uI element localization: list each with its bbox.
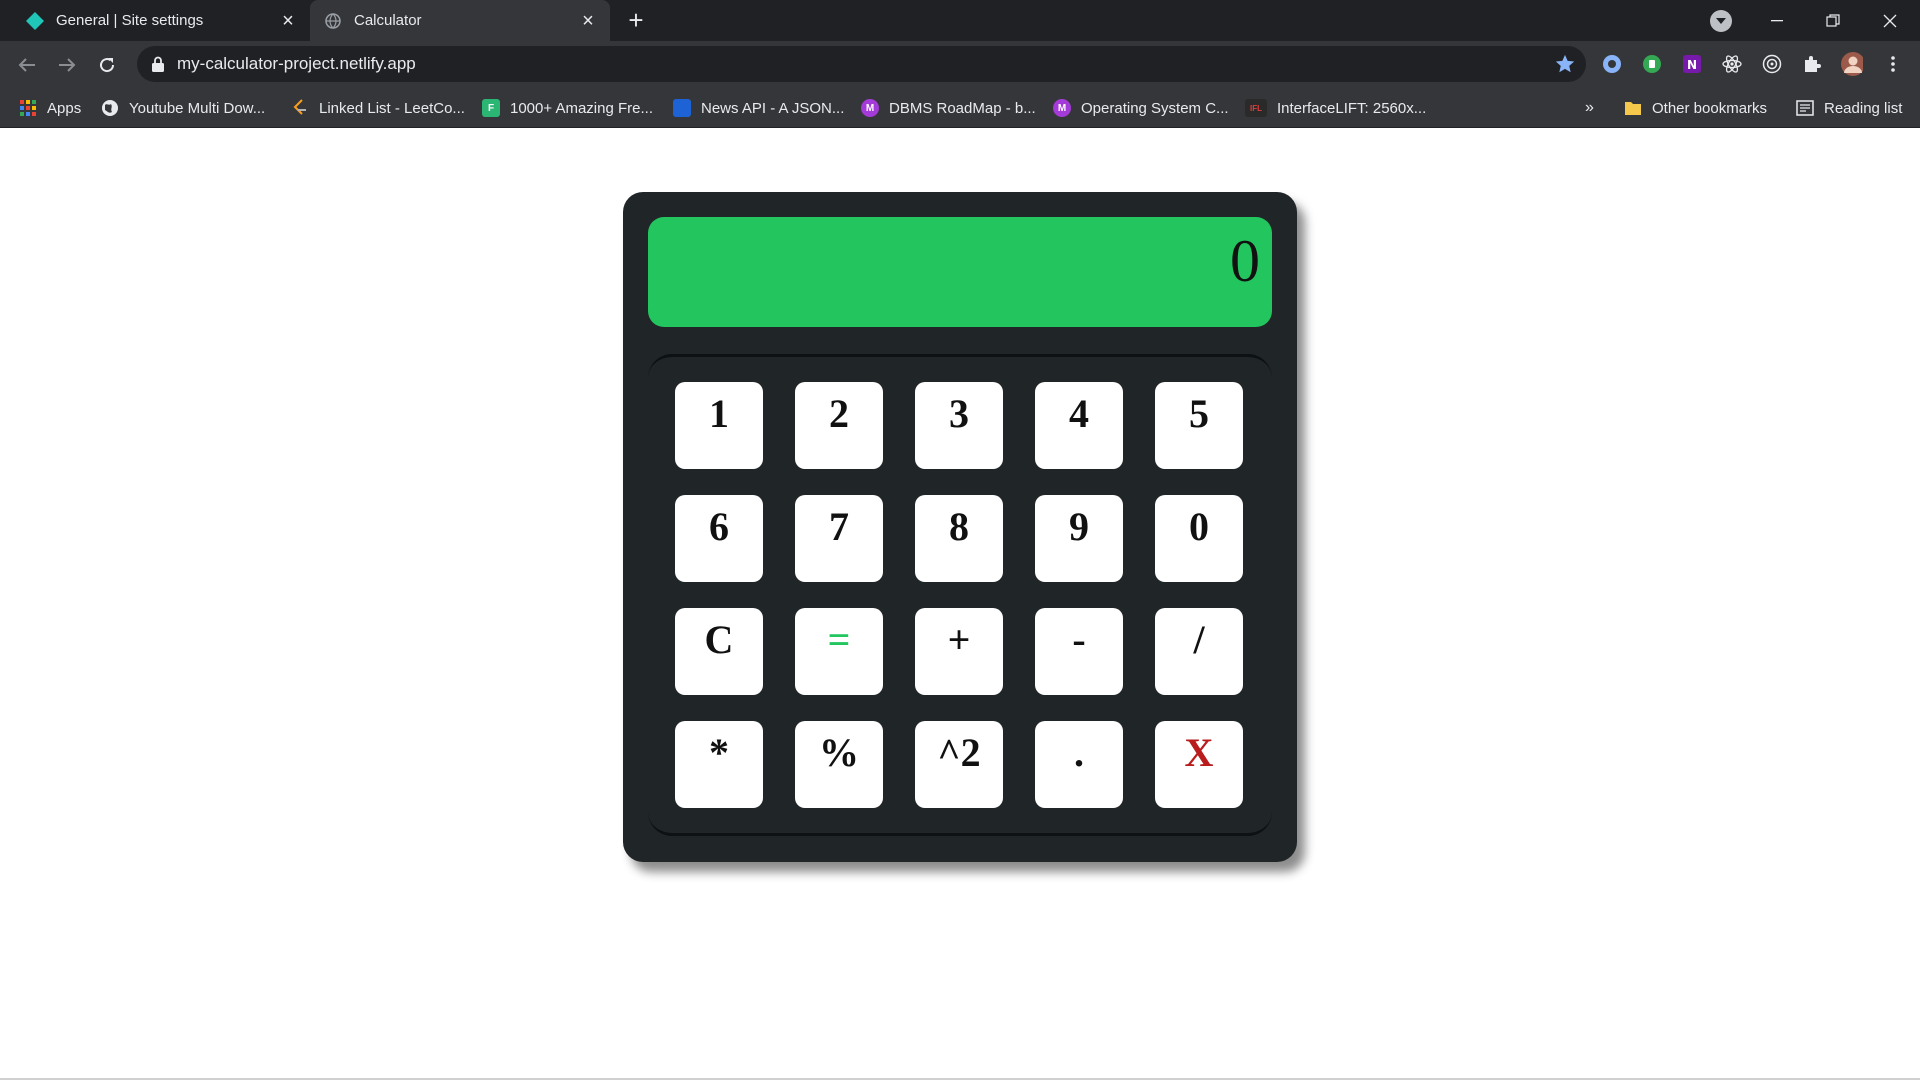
tab-calculator[interactable]: Calculator × bbox=[310, 0, 610, 41]
arrow-left-icon bbox=[18, 58, 35, 72]
folder-icon bbox=[1624, 99, 1642, 117]
newsapi-icon bbox=[673, 99, 691, 117]
svg-text:N: N bbox=[1687, 58, 1697, 72]
bookmark-interfacelift[interactable]: IFL InterfaceLIFT: 2560x... bbox=[1245, 88, 1426, 128]
key-1[interactable]: 1 bbox=[675, 382, 763, 469]
avatar[interactable] bbox=[1841, 52, 1863, 76]
browser-toolbar: my-calculator-project.netlify.app N bbox=[0, 41, 1920, 88]
calculator-display: 0 bbox=[648, 217, 1272, 327]
reload-icon bbox=[100, 58, 115, 73]
display-value: 0 bbox=[1230, 228, 1260, 294]
bookmark-leetcode[interactable]: Linked List - LeetCo... bbox=[291, 88, 465, 128]
bookmark-label: News API - A JSON... bbox=[701, 99, 845, 117]
bookmark-label: Youtube Multi Dow... bbox=[129, 99, 266, 117]
multiply-button[interactable]: * bbox=[675, 721, 763, 808]
restore-button[interactable] bbox=[1805, 0, 1861, 41]
key-5[interactable]: 5 bbox=[1155, 382, 1243, 469]
bookmark-label: Operating System C... bbox=[1081, 99, 1229, 117]
bookmarks-bar: Apps Youtube Multi Dow... Linked List - … bbox=[0, 88, 1920, 128]
bookmark-label: InterfaceLIFT: 2560x... bbox=[1277, 99, 1427, 117]
tab-search-button[interactable] bbox=[1710, 10, 1732, 32]
minimize-icon bbox=[1771, 19, 1783, 21]
bookmark-dbms-roadmap[interactable]: M DBMS RoadMap - b... bbox=[861, 88, 1036, 128]
bookmark-label: Apps bbox=[47, 99, 82, 117]
other-bookmarks[interactable]: Other bookmarks bbox=[1624, 88, 1767, 128]
minimize-button[interactable] bbox=[1749, 0, 1805, 41]
bookmarks-overflow-button[interactable]: » bbox=[1585, 88, 1594, 128]
key-9[interactable]: 9 bbox=[1035, 495, 1123, 582]
key-4[interactable]: 4 bbox=[1035, 382, 1123, 469]
new-tab-button[interactable]: + bbox=[623, 7, 649, 34]
key-6[interactable]: 6 bbox=[675, 495, 763, 582]
netlify-diamond-icon bbox=[26, 11, 44, 30]
restore-icon bbox=[1826, 13, 1840, 27]
reading-list[interactable]: Reading list bbox=[1796, 88, 1902, 128]
apps-grid-icon bbox=[19, 99, 37, 117]
page-content: 0 1 2 3 4 5 6 7 8 9 0 C = + - / * % ^2 .… bbox=[0, 129, 1920, 1080]
freepik-icon: F bbox=[482, 99, 500, 117]
key-3[interactable]: 3 bbox=[915, 382, 1003, 469]
exit-button[interactable]: X bbox=[1155, 721, 1243, 808]
key-2[interactable]: 2 bbox=[795, 382, 883, 469]
bookmark-label: 1000+ Amazing Fre... bbox=[510, 99, 653, 117]
close-icon[interactable]: × bbox=[578, 11, 598, 31]
bookmark-label: Linked List - LeetCo... bbox=[319, 99, 465, 117]
url-text: my-calculator-project.netlify.app bbox=[177, 54, 416, 73]
address-bar[interactable]: my-calculator-project.netlify.app bbox=[137, 46, 1586, 82]
square-button[interactable]: ^2 bbox=[915, 721, 1003, 808]
forward-button[interactable] bbox=[52, 50, 82, 80]
tab-title: General | Site settings bbox=[56, 12, 204, 29]
extension-2-icon[interactable] bbox=[1641, 53, 1663, 75]
subtract-button[interactable]: - bbox=[1035, 608, 1123, 695]
chevron-down-icon bbox=[1716, 18, 1726, 24]
clear-button[interactable]: C bbox=[675, 608, 763, 695]
bookmark-amazing-free[interactable]: F 1000+ Amazing Fre... bbox=[482, 88, 653, 128]
bookmark-apps[interactable]: Apps bbox=[19, 88, 81, 128]
decimal-button[interactable]: . bbox=[1035, 721, 1123, 808]
key-0[interactable]: 0 bbox=[1155, 495, 1243, 582]
bookmark-news-api[interactable]: News API - A JSON... bbox=[673, 88, 844, 128]
ifl-icon: IFL bbox=[1245, 99, 1267, 117]
bookmark-operating-system[interactable]: M Operating System C... bbox=[1053, 88, 1229, 128]
globe-icon bbox=[324, 12, 342, 30]
bookmark-star-icon[interactable] bbox=[1554, 53, 1576, 75]
puzzle-extensions-icon[interactable] bbox=[1801, 53, 1823, 75]
percent-button[interactable]: % bbox=[795, 721, 883, 808]
kebab-menu-icon[interactable] bbox=[1882, 53, 1904, 75]
calculator: 0 1 2 3 4 5 6 7 8 9 0 C = + - / * % ^2 .… bbox=[623, 192, 1297, 862]
m-circle-icon: M bbox=[1053, 99, 1071, 117]
close-icon bbox=[1883, 14, 1897, 27]
reload-button[interactable] bbox=[92, 50, 122, 80]
tab-site-settings[interactable]: General | Site settings × bbox=[12, 0, 310, 41]
tab-title: Calculator bbox=[354, 12, 422, 29]
reading-list-icon bbox=[1796, 99, 1814, 117]
m-circle-icon: M bbox=[861, 99, 879, 117]
add-button[interactable]: + bbox=[915, 608, 1003, 695]
extension-1-icon[interactable] bbox=[1601, 53, 1623, 75]
calculator-keypad: 1 2 3 4 5 6 7 8 9 0 C = + - / * % ^2 . X bbox=[648, 354, 1272, 836]
bookmark-label: Reading list bbox=[1824, 99, 1903, 117]
bookmark-label: Other bookmarks bbox=[1652, 99, 1768, 117]
target-extension-icon[interactable] bbox=[1761, 53, 1783, 75]
leetcode-icon bbox=[291, 99, 309, 117]
back-button[interactable] bbox=[12, 50, 42, 80]
close-window-button[interactable] bbox=[1862, 0, 1918, 41]
onenote-icon[interactable]: N bbox=[1681, 53, 1703, 75]
globe-icon bbox=[101, 99, 119, 117]
tab-strip: General | Site settings × Calculator × + bbox=[0, 0, 1920, 41]
lock-icon bbox=[152, 56, 164, 72]
close-icon[interactable]: × bbox=[278, 11, 298, 31]
bookmark-label: DBMS RoadMap - b... bbox=[889, 99, 1036, 117]
key-7[interactable]: 7 bbox=[795, 495, 883, 582]
equals-button[interactable]: = bbox=[795, 608, 883, 695]
key-8[interactable]: 8 bbox=[915, 495, 1003, 582]
divide-button[interactable]: / bbox=[1155, 608, 1243, 695]
bookmark-youtube-multi-downloader[interactable]: Youtube Multi Dow... bbox=[101, 88, 265, 128]
react-devtools-icon[interactable] bbox=[1721, 53, 1743, 75]
arrow-right-icon bbox=[59, 58, 76, 72]
